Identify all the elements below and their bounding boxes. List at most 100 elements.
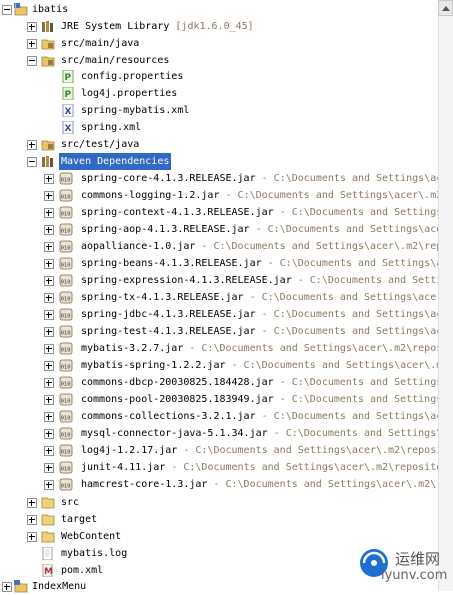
jar-name: commons-logging-1.2.jar xyxy=(81,190,220,201)
expand-toggle[interactable] xyxy=(44,327,54,337)
jar-item[interactable]: 010 spring-aop-4.1.3.RELEASE.jar - C:\Doc… xyxy=(0,221,438,238)
jar-item[interactable]: 010 spring-beans-4.1.3.RELEASE.jar - C:\D… xyxy=(0,255,438,272)
expand-toggle[interactable] xyxy=(44,395,54,405)
jar-icon: 010 xyxy=(59,189,73,202)
tree-item-webcontent[interactable]: WebContent xyxy=(0,528,438,545)
tree-item-src[interactable]: src xyxy=(0,494,438,511)
jar-item[interactable]: 010 log4j-1.2.17.jar - C:\Documents and S… xyxy=(0,442,438,459)
jar-location: - C:\Documents and Settings\acer\.m2\rep… xyxy=(273,428,438,439)
jar-item[interactable]: 010 spring-expression-4.1.3.RELEASE.jar -… xyxy=(0,272,438,289)
tree-item-maven-dependencies[interactable]: Maven Dependencies xyxy=(0,153,438,170)
jar-location: - C:\Documents and Settings\acer\.m2\rep… xyxy=(297,275,438,286)
jar-item[interactable]: 010 mysql-connector-java-5.1.34.jar - C:\… xyxy=(0,425,438,442)
jar-name: commons-collections-3.2.1.jar xyxy=(81,411,256,422)
jar-item[interactable]: 010 mybatis-3.2.7.jar - C:\Documents and … xyxy=(0,340,438,357)
jar-location: - C:\Documents and Settings\acer\.m2\rep… xyxy=(279,394,438,405)
expand-toggle[interactable] xyxy=(44,361,54,371)
expand-toggle[interactable] xyxy=(44,463,54,473)
tree-item-label: config.properties xyxy=(81,71,184,82)
xml-file-icon: X xyxy=(62,121,74,134)
jar-item[interactable]: 010 spring-tx-4.1.3.RELEASE.jar - C:\Docu… xyxy=(0,289,438,306)
svg-text:010: 010 xyxy=(61,212,71,218)
jar-name: spring-context-4.1.3.RELEASE.jar xyxy=(81,207,274,218)
expand-toggle[interactable] xyxy=(44,429,54,439)
jar-item[interactable]: 010 commons-pool-20030825.183949.jar - C:… xyxy=(0,391,438,408)
vertical-scrollbar[interactable] xyxy=(438,16,453,591)
jre-version-label: [jdk1.6.0_45] xyxy=(175,21,254,32)
jar-item[interactable]: 010 spring-context-4.1.3.RELEASE.jar - C:… xyxy=(0,204,438,221)
jar-item[interactable]: 010 spring-test-4.1.3.RELEASE.jar - C:\Do… xyxy=(0,323,438,340)
xml-file-icon: X xyxy=(62,104,74,117)
expand-toggle[interactable] xyxy=(27,532,37,542)
jar-name: commons-dbcp-20030825.184428.jar xyxy=(81,377,274,388)
expand-toggle[interactable] xyxy=(44,480,54,490)
expand-toggle[interactable] xyxy=(44,293,54,303)
tree-item-src-main-java[interactable]: src/main/java xyxy=(0,35,438,52)
expand-toggle[interactable] xyxy=(44,310,54,320)
jar-icon: 010 xyxy=(59,308,73,321)
expand-toggle[interactable] xyxy=(27,39,37,49)
expand-toggle[interactable] xyxy=(44,225,54,235)
jar-item[interactable]: 010 hamcrest-core-1.3.jar - C:\Documents … xyxy=(0,476,438,493)
jar-item[interactable]: 010 junit-4.11.jar - C:\Documents and Set… xyxy=(0,459,438,476)
folder-icon xyxy=(41,514,55,526)
jar-icon: 010 xyxy=(59,427,73,440)
jar-item[interactable]: 010 mybatis-spring-1.2.2.jar - C:\Documen… xyxy=(0,357,438,374)
expand-toggle[interactable] xyxy=(44,242,54,252)
tree-item-spring-xml[interactable]: X spring.xml xyxy=(0,119,438,136)
expand-toggle[interactable] xyxy=(44,344,54,354)
collapse-toggle[interactable] xyxy=(27,56,37,66)
svg-text:010: 010 xyxy=(61,178,71,184)
tree-item-label: src/main/java xyxy=(61,38,140,49)
expand-toggle[interactable] xyxy=(44,446,54,456)
svg-text:010: 010 xyxy=(61,399,71,405)
expand-toggle[interactable] xyxy=(44,259,54,269)
expand-toggle[interactable] xyxy=(27,515,37,525)
expand-toggle[interactable] xyxy=(27,22,37,32)
svg-text:010: 010 xyxy=(61,246,71,252)
jar-name: spring-expression-4.1.3.RELEASE.jar xyxy=(81,275,292,286)
jar-location: - C:\Documents and Settings\acer\.m2\rep… xyxy=(267,258,438,269)
project-ibatis[interactable]: J ibatis xyxy=(0,1,438,18)
tree-item-jre[interactable]: JRE System Library [jdk1.6.0_45] xyxy=(0,18,438,35)
jar-name: hamcrest-core-1.3.jar xyxy=(81,479,208,490)
expand-toggle[interactable] xyxy=(44,412,54,422)
expand-toggle[interactable] xyxy=(27,140,37,150)
collapse-toggle[interactable] xyxy=(27,157,37,167)
jar-item[interactable]: 010 commons-dbcp-20030825.184428.jar - C:… xyxy=(0,374,438,391)
tree-item-src-main-resources[interactable]: src/main/resources xyxy=(0,52,438,69)
jar-item[interactable]: 010 spring-jdbc-4.1.3.RELEASE.jar - C:\Do… xyxy=(0,306,438,323)
collapse-toggle[interactable] xyxy=(2,5,12,15)
expand-toggle[interactable] xyxy=(44,174,54,184)
jar-item[interactable]: 010 commons-collections-3.2.1.jar - C:\Do… xyxy=(0,408,438,425)
jar-location: - C:\Documents and Settings\acer\.m2\rep… xyxy=(225,190,439,201)
expand-toggle[interactable] xyxy=(44,378,54,388)
jar-icon: 010 xyxy=(59,240,73,253)
jar-item[interactable]: 010 spring-core-4.1.3.RELEASE.jar - C:\Do… xyxy=(0,170,438,187)
svg-text:010: 010 xyxy=(61,348,71,354)
tree-item-log4j-properties[interactable]: P log4j.properties xyxy=(0,85,438,102)
expand-toggle[interactable] xyxy=(44,276,54,286)
jar-item[interactable]: 010 commons-logging-1.2.jar - C:\Document… xyxy=(0,187,438,204)
jar-icon: 010 xyxy=(59,478,73,491)
jar-item[interactable]: 010 aopalliance-1.0.jar - C:\Documents an… xyxy=(0,238,438,255)
scroll-up-button[interactable] xyxy=(438,0,453,16)
project-icon xyxy=(14,580,28,593)
expand-toggle[interactable] xyxy=(44,191,54,201)
jar-icon: 010 xyxy=(59,410,73,423)
expand-toggle[interactable] xyxy=(44,208,54,218)
svg-text:010: 010 xyxy=(61,365,71,371)
jar-name: mybatis-spring-1.2.2.jar xyxy=(81,360,226,371)
expand-toggle[interactable] xyxy=(27,498,37,508)
tree-item-target[interactable]: target xyxy=(0,511,438,528)
jar-location: - C:\Documents and Settings\acer\.m2\rep… xyxy=(261,309,438,320)
maven-pom-icon: M xyxy=(42,564,53,577)
svg-text:010: 010 xyxy=(61,331,71,337)
tree-item-config-properties[interactable]: P config.properties xyxy=(0,68,438,85)
jar-icon: 010 xyxy=(59,291,73,304)
jar-icon: 010 xyxy=(59,325,73,338)
tree-item-spring-mybatis-xml[interactable]: X spring-mybatis.xml xyxy=(0,102,438,119)
properties-file-icon: P xyxy=(62,70,74,83)
jar-name: commons-pool-20030825.183949.jar xyxy=(81,394,274,405)
tree-item-src-test-java[interactable]: src/test/java xyxy=(0,136,438,153)
